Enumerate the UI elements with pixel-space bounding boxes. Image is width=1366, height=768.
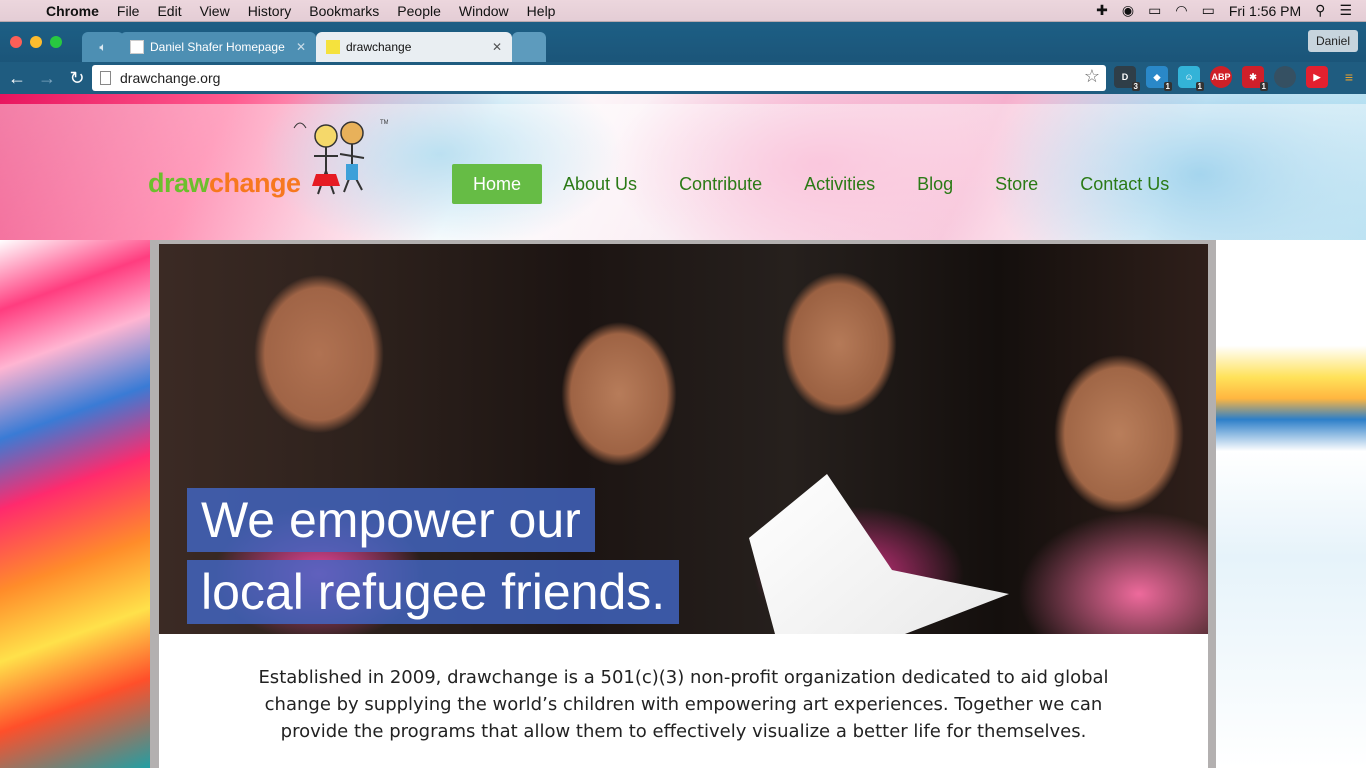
menu-file[interactable]: File: [108, 3, 149, 19]
spotlight-search-icon[interactable]: ⚲: [1315, 2, 1325, 19]
intro-paragraph: Established in 2009, drawchange is a 501…: [159, 634, 1208, 768]
minimize-window-button[interactable]: [30, 36, 42, 48]
adblock-ext-icon[interactable]: ABP: [1210, 66, 1232, 88]
airplay-icon[interactable]: ▭: [1148, 2, 1161, 19]
browser-toolbar: ← → ↻ drawchange.org ☆ D3 ◆ 1 ☺ 1 ABP ✱ 1 ▶…: [0, 62, 1366, 94]
paint-background-left: [0, 240, 160, 768]
menu-help[interactable]: Help: [518, 3, 565, 19]
menu-edit[interactable]: Edit: [148, 3, 190, 19]
macos-menu-bar: Chrome File Edit View History Bookmarks …: [0, 0, 1366, 22]
kids-drawing-logo-icon: TM: [293, 120, 388, 195]
circle-status-icon[interactable]: ◉: [1122, 2, 1134, 19]
nav-contribute[interactable]: Contribute: [658, 164, 783, 204]
window-controls: [10, 36, 62, 48]
page-favicon-icon: [130, 40, 144, 54]
nav-contact-us[interactable]: Contact Us: [1059, 164, 1190, 204]
tab-close-icon[interactable]: ✕: [492, 40, 502, 54]
new-tab-button[interactable]: [512, 32, 546, 62]
hero-tagline: We empower our local refugee friends.: [187, 488, 680, 624]
notification-center-icon[interactable]: ☰: [1339, 2, 1352, 19]
wifi-icon[interactable]: ◠: [1175, 2, 1187, 19]
dark-mode-ext-icon[interactable]: [1274, 66, 1296, 88]
youtube-ext-icon[interactable]: ▶: [1306, 66, 1328, 88]
main-navigation: Home About Us Contribute Activities Blog…: [452, 164, 1190, 204]
nav-store[interactable]: Store: [974, 164, 1059, 204]
menu-app-name[interactable]: Chrome: [40, 3, 108, 19]
paper-pinwheel: [749, 474, 1009, 634]
menu-history[interactable]: History: [239, 3, 301, 19]
extension-bar: D3 ◆ 1 ☺ 1 ABP ✱ 1 ▶ ≡: [1114, 66, 1360, 91]
dollar-ext-icon[interactable]: D3: [1114, 66, 1140, 91]
lastpass-ext-icon[interactable]: ✱ 1: [1242, 66, 1268, 91]
audio-tab[interactable]: 🔈︎: [82, 32, 124, 62]
bookmark-star-icon[interactable]: ☆: [1084, 66, 1100, 87]
battery-icon[interactable]: ▭: [1202, 2, 1215, 19]
puzzle-ext-icon[interactable]: ◆ 1: [1146, 66, 1172, 91]
reload-icon[interactable]: ↻: [64, 68, 90, 89]
plus-status-icon[interactable]: ✚: [1096, 2, 1108, 19]
url-text[interactable]: drawchange.org: [120, 70, 220, 86]
nav-activities[interactable]: Activities: [783, 164, 896, 204]
zoom-window-button[interactable]: [50, 36, 62, 48]
speaker-icon: 🔈︎: [99, 39, 107, 54]
tab-drawchange[interactable]: drawchange ✕: [316, 32, 512, 62]
web-page: TM drawchange Home About Us Contribute A…: [0, 94, 1366, 768]
menu-bookmarks[interactable]: Bookmarks: [300, 3, 388, 19]
forward-arrow-icon[interactable]: →: [34, 68, 60, 89]
tagline-line-2: local refugee friends.: [187, 560, 680, 624]
nav-home[interactable]: Home: [452, 164, 543, 204]
menu-people[interactable]: People: [388, 3, 450, 19]
back-arrow-icon[interactable]: ←: [4, 68, 30, 89]
menu-icon[interactable]: ≡: [1338, 66, 1360, 88]
tab-title: Daniel Shafer Homepage: [150, 40, 285, 54]
nav-about-us[interactable]: About Us: [542, 164, 658, 204]
close-window-button[interactable]: [10, 36, 22, 48]
tab-close-icon[interactable]: ✕: [296, 40, 306, 54]
drawchange-favicon-icon: [326, 40, 340, 54]
hero-section: We empower our local refugee friends. Es…: [150, 240, 1216, 768]
svg-text:TM: TM: [380, 120, 388, 126]
hero-photo: We empower our local refugee friends.: [159, 244, 1208, 634]
paint-background-right: [1208, 240, 1366, 768]
tagline-line-1: We empower our: [187, 488, 595, 552]
menu-clock[interactable]: Fri 1:56 PM: [1229, 3, 1301, 19]
site-logo[interactable]: drawchange: [148, 168, 301, 199]
tab-title: drawchange: [346, 40, 412, 54]
page-icon: [100, 71, 111, 85]
ghost-ext-icon[interactable]: ☺ 1: [1178, 66, 1204, 91]
menu-status-area: ✚ ◉ ▭ ◠ ▭ Fri 1:56 PM ⚲ ☰: [1096, 2, 1366, 19]
menu-view[interactable]: View: [191, 3, 239, 19]
browser-tab-strip: 🔈︎ Daniel Shafer Homepage ✕ drawchange ✕…: [0, 22, 1366, 62]
address-bar[interactable]: drawchange.org ☆: [92, 65, 1106, 91]
profile-button[interactable]: Daniel: [1307, 30, 1358, 52]
nav-blog[interactable]: Blog: [896, 164, 974, 204]
menu-window[interactable]: Window: [450, 3, 518, 19]
tab-daniel-shafer-homepage[interactable]: Daniel Shafer Homepage ✕: [120, 32, 316, 62]
